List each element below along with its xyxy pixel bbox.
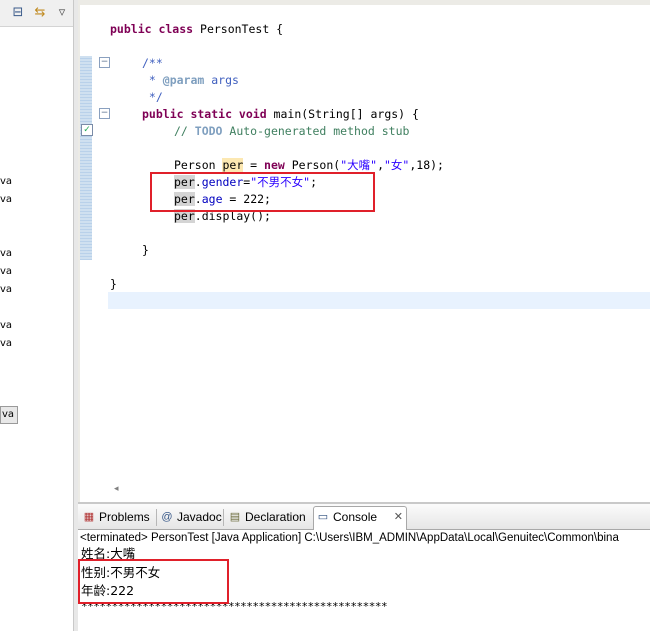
code-line-close-method: } xyxy=(142,243,149,257)
tab-problems-label: Problems xyxy=(99,510,150,524)
tree-item[interactable]: va xyxy=(0,266,12,277)
tab-declaration-label: Declaration xyxy=(245,510,306,524)
tab-separator xyxy=(223,509,224,526)
code-line-javadoc-close: */ xyxy=(142,90,163,104)
collapse-all-icon[interactable]: ⊟ xyxy=(10,5,26,21)
code-line-main: public static void main(String[] args) { xyxy=(142,107,419,121)
declaration-icon: ▤ xyxy=(229,511,241,523)
highlight-box-console xyxy=(78,559,229,604)
bottom-view-tabs: ▦ Problems @ Javadoc ▤ Declaration ▭ Con… xyxy=(78,504,650,530)
tree-item[interactable]: va xyxy=(0,194,12,205)
editor-horizontal-scrollbar[interactable]: ◂ xyxy=(108,482,650,498)
javadoc-icon: @ xyxy=(161,511,173,523)
editor-border xyxy=(78,0,650,5)
link-with-editor-icon[interactable]: ⇆ xyxy=(32,5,48,21)
code-line-javadoc-open: /** xyxy=(142,56,163,70)
tree-item[interactable]: va xyxy=(0,248,12,259)
tree-item-selected[interactable]: va xyxy=(0,406,18,424)
quick-diff-ruler xyxy=(80,56,92,260)
tree-item[interactable]: va xyxy=(0,284,12,295)
code-line-javadoc-param: * @param args xyxy=(142,73,239,87)
view-menu-icon[interactable]: ▿ xyxy=(54,5,70,21)
package-explorer: ⊟ ⇆ ▿ va va va va va va va va xyxy=(0,0,74,631)
console-icon: ▭ xyxy=(317,511,329,523)
tab-separator xyxy=(156,509,157,526)
fold-collapse-icon[interactable]: − xyxy=(99,108,110,119)
tab-console[interactable]: ▭ Console ✕ xyxy=(313,506,407,530)
tree-item[interactable]: va xyxy=(0,320,12,331)
tab-problems[interactable]: ▦ Problems xyxy=(80,507,161,528)
code-line-class: public class PersonTest { xyxy=(110,22,284,36)
close-icon[interactable]: ✕ xyxy=(394,507,403,528)
tree-item[interactable]: va xyxy=(0,176,12,187)
tab-console-label: Console xyxy=(333,510,378,524)
code-line-close-class: } xyxy=(110,277,117,291)
console-status-header: <terminated> PersonTest [Java Applicatio… xyxy=(80,532,619,544)
tree-item[interactable]: va xyxy=(0,338,12,349)
current-line-highlight xyxy=(108,292,650,309)
package-explorer-toolbar: ⊟ ⇆ ▿ xyxy=(0,0,73,27)
highlight-box-editor xyxy=(150,172,375,212)
code-editor[interactable]: − − ✓ public class PersonTest { /** * @p… xyxy=(78,0,650,502)
problems-icon: ▦ xyxy=(83,511,95,523)
task-marker-icon[interactable]: ✓ xyxy=(81,124,93,136)
scroll-left-arrow-icon[interactable]: ◂ xyxy=(114,484,119,494)
tab-javadoc-label: Javadoc xyxy=(177,510,222,524)
fold-collapse-icon[interactable]: − xyxy=(99,57,110,68)
code-line-todo: // TODO Auto-generated method stub xyxy=(174,124,410,138)
